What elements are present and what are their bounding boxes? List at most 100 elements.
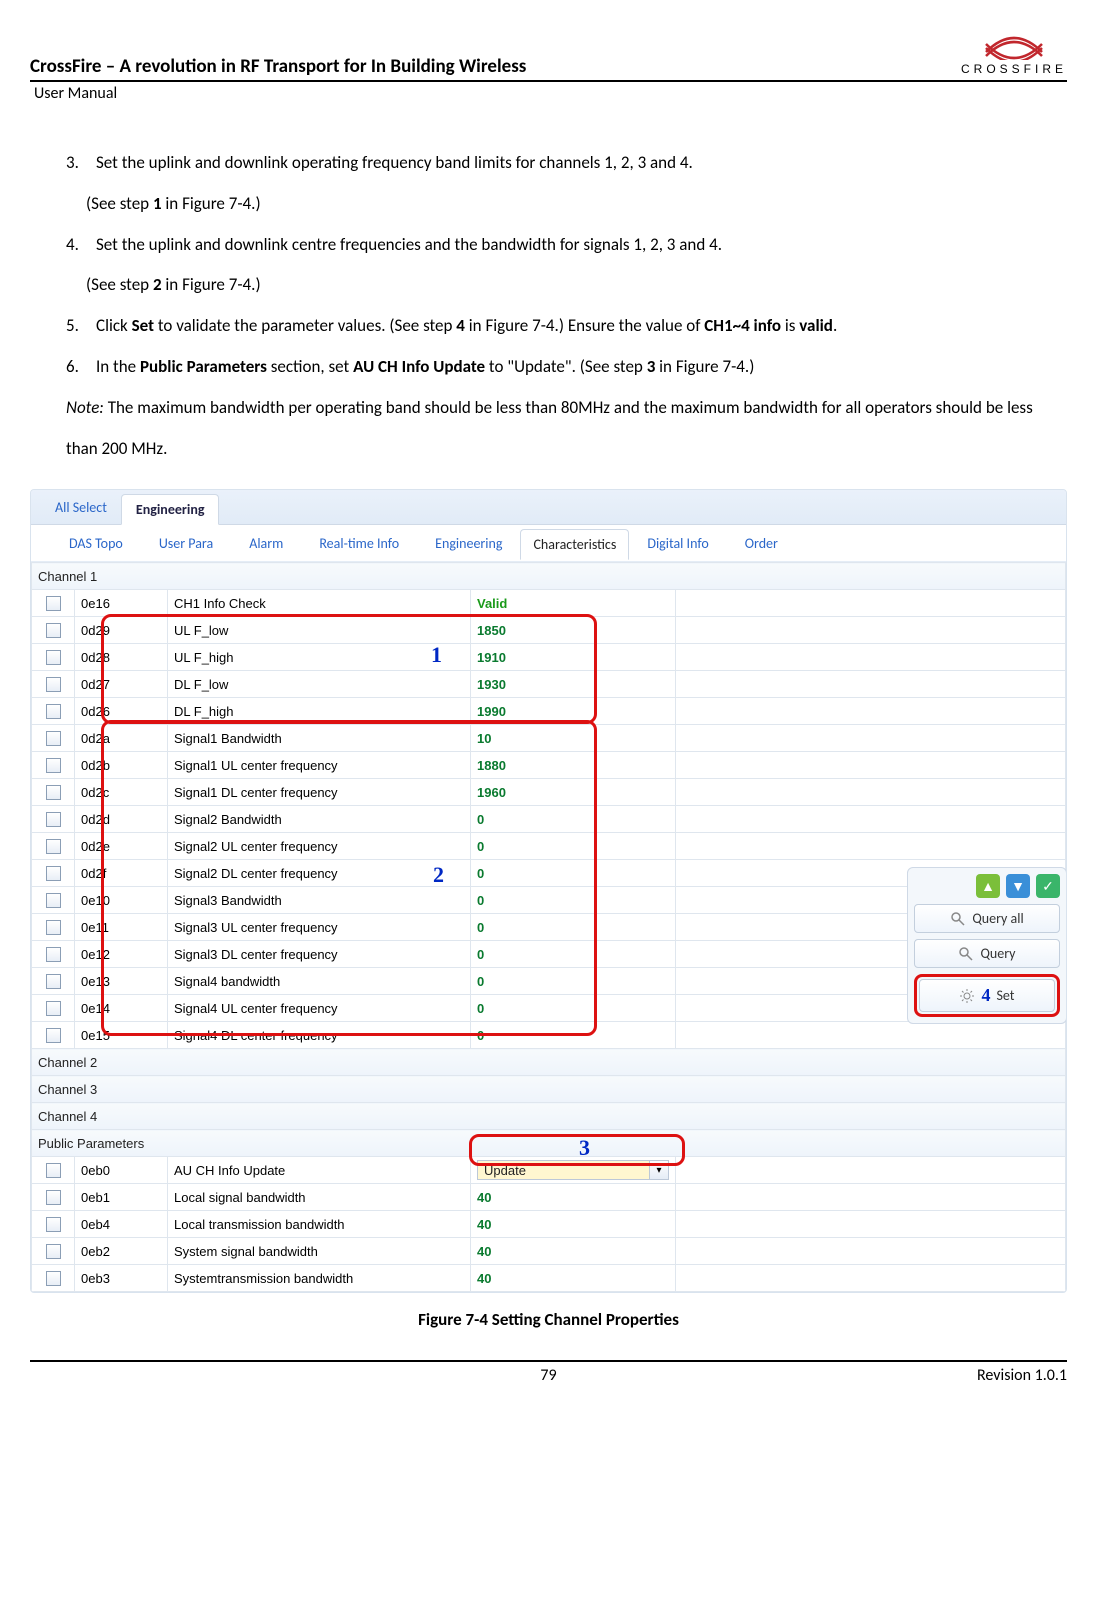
param-value[interactable]: 1910: [471, 644, 676, 671]
param-value[interactable]: 1880: [471, 752, 676, 779]
row-checkbox[interactable]: [32, 995, 75, 1022]
subtab-user-para[interactable]: User Para: [141, 535, 231, 552]
table-row: 0eb3Systemtransmission bandwidth40: [32, 1265, 1066, 1292]
table-row: 0d29UL F_low1850: [32, 617, 1066, 644]
param-value[interactable]: 0: [471, 887, 676, 914]
row-checkbox[interactable]: [32, 860, 75, 887]
param-code: 0e11: [75, 914, 168, 941]
row-checkbox[interactable]: [32, 779, 75, 806]
figure-screenshot: All Select Engineering DAS Topo User Par…: [30, 489, 1067, 1293]
row-checkbox[interactable]: [32, 671, 75, 698]
row-checkbox[interactable]: [32, 914, 75, 941]
param-desc: System signal bandwidth: [168, 1238, 471, 1265]
param-desc: DL F_high: [168, 698, 471, 725]
section-header[interactable]: Channel 3: [32, 1076, 1066, 1103]
row-checkbox[interactable]: [32, 1211, 75, 1238]
param-code: 0d28: [75, 644, 168, 671]
confirm-icon[interactable]: ✓: [1036, 874, 1060, 898]
query-all-button[interactable]: Query all: [914, 904, 1060, 933]
param-value[interactable]: Update▾: [471, 1157, 676, 1184]
param-value[interactable]: 1960: [471, 779, 676, 806]
chevron-down-icon[interactable]: ▾: [649, 1161, 668, 1179]
figure-caption: Figure 7-4 Setting Channel Properties: [30, 1309, 1067, 1330]
param-desc: Local signal bandwidth: [168, 1184, 471, 1211]
row-checkbox[interactable]: [32, 1022, 75, 1049]
param-value[interactable]: 40: [471, 1265, 676, 1292]
row-checkbox[interactable]: [32, 833, 75, 860]
param-desc: Signal2 Bandwidth: [168, 806, 471, 833]
row-checkbox[interactable]: [32, 968, 75, 995]
subtab-digital-info[interactable]: Digital Info: [629, 535, 726, 552]
tab-all-select[interactable]: All Select: [41, 491, 121, 524]
subtab-engineering[interactable]: Engineering: [417, 535, 520, 552]
param-value[interactable]: 40: [471, 1184, 676, 1211]
row-checkbox[interactable]: [32, 1265, 75, 1292]
page-number: 79: [540, 1366, 556, 1385]
param-value[interactable]: 0: [471, 833, 676, 860]
tab-engineering[interactable]: Engineering: [121, 494, 220, 525]
row-checkbox[interactable]: [32, 752, 75, 779]
param-desc: Signal4 DL center frequency: [168, 1022, 471, 1049]
subtab-alarm[interactable]: Alarm: [231, 535, 301, 552]
table-row: 0d26DL F_high1990: [32, 698, 1066, 725]
param-desc: Signal2 DL center frequency: [168, 860, 471, 887]
subtab-realtime-info[interactable]: Real-time Info: [301, 535, 417, 552]
param-code: 0d2f: [75, 860, 168, 887]
subtab-characteristics[interactable]: Characteristics: [520, 529, 629, 560]
param-code: 0e15: [75, 1022, 168, 1049]
section-header[interactable]: Channel 4: [32, 1103, 1066, 1130]
table-row: 0eb1Local signal bandwidth40: [32, 1184, 1066, 1211]
param-value[interactable]: 0: [471, 995, 676, 1022]
param-value[interactable]: 40: [471, 1238, 676, 1265]
param-value[interactable]: 0: [471, 968, 676, 995]
param-code: 0eb1: [75, 1184, 168, 1211]
param-code: 0d27: [75, 671, 168, 698]
param-value[interactable]: 0: [471, 806, 676, 833]
param-code: 0e12: [75, 941, 168, 968]
row-checkbox[interactable]: [32, 617, 75, 644]
row-checkbox[interactable]: [32, 941, 75, 968]
row-checkbox[interactable]: [32, 590, 75, 617]
search-icon: [958, 946, 974, 962]
row-checkbox[interactable]: [32, 1238, 75, 1265]
section-header[interactable]: Channel 2: [32, 1049, 1066, 1076]
row-checkbox[interactable]: [32, 698, 75, 725]
param-desc: Systemtransmission bandwidth: [168, 1265, 471, 1292]
subtab-das-topo[interactable]: DAS Topo: [51, 535, 141, 552]
param-value[interactable]: 0: [471, 914, 676, 941]
param-value[interactable]: 0: [471, 860, 676, 887]
param-code: 0d2d: [75, 806, 168, 833]
table-row: 0eb0AU CH Info UpdateUpdate▾: [32, 1157, 1066, 1184]
param-value[interactable]: 40: [471, 1211, 676, 1238]
param-code: 0e10: [75, 887, 168, 914]
section-header[interactable]: Channel 1: [32, 563, 1066, 590]
table-row: 0d2cSignal1 DL center frequency1960: [32, 779, 1066, 806]
param-value[interactable]: 0: [471, 941, 676, 968]
table-row: 0e15Signal4 DL center frequency0: [32, 1022, 1066, 1049]
param-value[interactable]: 10: [471, 725, 676, 752]
subtab-order[interactable]: Order: [727, 535, 796, 552]
param-desc: Local transmission bandwidth: [168, 1211, 471, 1238]
section-header[interactable]: Public Parameters: [32, 1130, 1066, 1157]
param-value[interactable]: 1930: [471, 671, 676, 698]
param-code: 0eb0: [75, 1157, 168, 1184]
row-checkbox[interactable]: [32, 644, 75, 671]
table-row: 0d2dSignal2 Bandwidth0: [32, 806, 1066, 833]
param-code: 0d2e: [75, 833, 168, 860]
row-checkbox[interactable]: [32, 1157, 75, 1184]
upload-icon[interactable]: ▲: [976, 874, 1000, 898]
param-value[interactable]: 1850: [471, 617, 676, 644]
row-checkbox[interactable]: [32, 725, 75, 752]
param-value[interactable]: 0: [471, 1022, 676, 1049]
download-icon[interactable]: ▼: [1006, 874, 1030, 898]
row-checkbox[interactable]: [32, 1184, 75, 1211]
query-button[interactable]: Query: [914, 939, 1060, 968]
row-checkbox[interactable]: [32, 806, 75, 833]
update-dropdown[interactable]: Update▾: [477, 1160, 669, 1180]
param-desc: CH1 Info Check: [168, 590, 471, 617]
param-desc: Signal4 bandwidth: [168, 968, 471, 995]
param-value[interactable]: Valid: [471, 590, 676, 617]
row-checkbox[interactable]: [32, 887, 75, 914]
set-button[interactable]: 4 Set: [919, 979, 1055, 1012]
param-value[interactable]: 1990: [471, 698, 676, 725]
